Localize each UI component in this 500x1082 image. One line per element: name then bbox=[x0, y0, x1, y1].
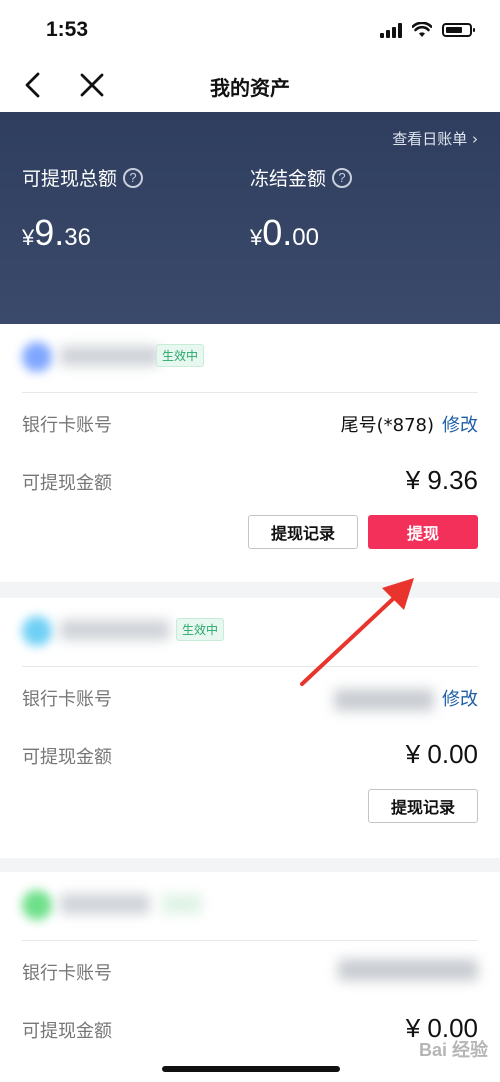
frozen-amount-label: 冻结金额 bbox=[250, 168, 327, 190]
status-time: 1:53 bbox=[46, 18, 89, 41]
account-card: 生效中 银行卡账号 尾号(*878) 修改 可提现金额 ¥ 9.36 提现记录 提… bbox=[0, 324, 500, 582]
daily-bill-link[interactable]: 查看日账单 › bbox=[392, 128, 478, 149]
bank-account-row: 银行卡账号 尾号(*878) 修改 bbox=[22, 393, 478, 451]
withdraw-record-button[interactable]: 提现记录 bbox=[248, 515, 358, 549]
account-avatar bbox=[22, 890, 52, 920]
help-icon[interactable]: ? bbox=[123, 167, 144, 188]
edit-link[interactable]: 修改 bbox=[442, 415, 478, 436]
bank-account-label: 银行卡账号 bbox=[22, 689, 112, 710]
annotation-arrow-icon bbox=[300, 578, 414, 686]
account-card-header bbox=[22, 872, 478, 941]
withdrawable-total-label-group: 可提现总额 ? bbox=[22, 164, 144, 191]
withdrawable-amount-label: 可提现金额 bbox=[22, 473, 112, 494]
bank-account-number-blurred bbox=[338, 959, 478, 981]
withdrawable-amount-row: 可提现金额 ¥ 0.00 bbox=[22, 999, 478, 1057]
bank-account-value: 尾号(*878) 修改 bbox=[341, 411, 478, 437]
bank-account-number-blurred bbox=[334, 689, 434, 711]
bank-account-label: 银行卡账号 bbox=[22, 963, 112, 984]
page-title: 我的资产 bbox=[210, 76, 290, 100]
withdrawable-total-value: ¥9.36 bbox=[22, 212, 91, 254]
asset-summary-panel: 查看日账单 › 可提现总额 ? ¥9.36 冻结金额 ? ¥0.00 bbox=[0, 112, 500, 324]
bank-account-row: 银行卡账号 bbox=[22, 941, 478, 999]
account-name-blurred bbox=[60, 620, 170, 640]
bank-account-number: 尾号(*878) bbox=[340, 415, 434, 436]
amount-integer: 9. bbox=[34, 212, 65, 253]
edit-link[interactable]: 修改 bbox=[442, 689, 478, 710]
amount-decimal: 36 bbox=[64, 224, 91, 251]
account-avatar bbox=[22, 342, 52, 372]
withdrawable-amount-label: 可提现金额 bbox=[22, 1021, 112, 1042]
amount-integer: 0. bbox=[262, 212, 293, 253]
withdrawable-total-label: 可提现总额 bbox=[22, 168, 118, 190]
amount-decimal: 00 bbox=[292, 224, 319, 251]
status-icons bbox=[380, 22, 475, 38]
frozen-amount-label-group: 冻结金额 ? bbox=[250, 164, 353, 191]
status-badge: 生效中 bbox=[176, 618, 225, 641]
help-icon[interactable]: ? bbox=[332, 167, 353, 188]
withdraw-button[interactable]: 提现 bbox=[368, 515, 478, 549]
account-card-header: 生效中 bbox=[22, 324, 478, 393]
withdrawable-amount-label: 可提现金额 bbox=[22, 747, 112, 768]
currency-symbol: ¥ bbox=[22, 225, 35, 250]
chevron-right-icon: › bbox=[472, 130, 478, 148]
status-badge: 生效中 bbox=[156, 344, 205, 367]
card-actions: 提现记录 bbox=[22, 783, 478, 843]
withdraw-record-button[interactable]: 提现记录 bbox=[368, 789, 478, 823]
home-indicator[interactable] bbox=[162, 1066, 340, 1072]
cellular-signal-icon bbox=[380, 22, 402, 38]
status-bar: 1:53 bbox=[0, 0, 500, 60]
battery-icon bbox=[442, 23, 475, 37]
withdrawable-amount-value: ¥ 0.00 bbox=[405, 739, 478, 769]
watermark: Bai 经验 bbox=[418, 1040, 488, 1060]
wifi-icon bbox=[412, 22, 432, 37]
nav-bar: 我的资产 bbox=[0, 60, 500, 112]
status-badge-blurred bbox=[162, 894, 202, 914]
bank-account-value bbox=[338, 959, 478, 981]
account-name-blurred bbox=[60, 346, 160, 366]
frozen-amount-value: ¥0.00 bbox=[250, 212, 319, 254]
bank-account-label: 银行卡账号 bbox=[22, 415, 112, 436]
withdrawable-amount-value: ¥ 9.36 bbox=[405, 465, 478, 495]
account-avatar bbox=[22, 616, 52, 646]
daily-bill-label: 查看日账单 bbox=[392, 130, 468, 148]
withdrawable-amount-row: 可提现金额 ¥ 0.00 bbox=[22, 725, 478, 783]
account-name-blurred bbox=[60, 894, 150, 914]
card-actions: 提现记录 提现 bbox=[22, 509, 478, 569]
withdrawable-amount-row: 可提现金额 ¥ 9.36 bbox=[22, 451, 478, 509]
currency-symbol: ¥ bbox=[250, 225, 263, 250]
